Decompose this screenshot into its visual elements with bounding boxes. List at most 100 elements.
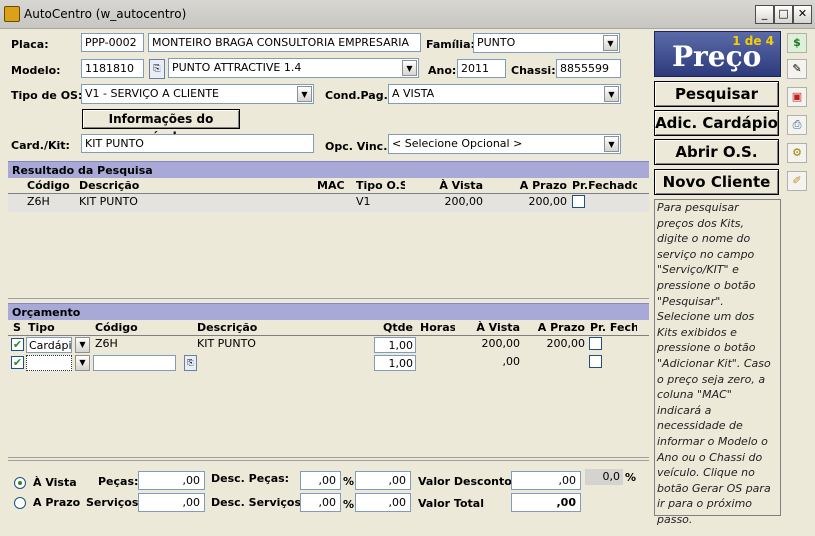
title-bar: AutoCentro (w_autocentro) _ □ ✕ <box>0 0 815 29</box>
valor-total-label: Valor Total <box>418 497 484 510</box>
window-title: AutoCentro (w_autocentro) <box>24 7 187 21</box>
col-header: Código <box>95 321 138 334</box>
orcamento-grid: S Tipo Código Descrição Qtde Horas À Vis… <box>8 320 649 458</box>
pct-sign: % <box>343 498 355 511</box>
maximize-button[interactable]: □ <box>774 5 793 24</box>
modelo-combo[interactable]: PUNTO ATTRACTIVE 1.4 ▼ <box>168 58 419 78</box>
cell-tipo[interactable]: Cardápi <box>26 337 72 353</box>
desc-pecas-label: Desc. Peças: <box>211 472 290 485</box>
adic-cardapio-button[interactable]: Adic. Cardápio <box>654 110 779 136</box>
cell-horas <box>417 336 455 354</box>
col-header: Descrição <box>197 321 258 334</box>
card-kit-input[interactable]: KIT PUNTO <box>81 134 314 153</box>
desc-pecas-pct-input[interactable]: ,00 <box>300 471 341 490</box>
valor-desconto-input[interactable]: ,00 <box>511 471 581 490</box>
dollar-icon[interactable]: $ <box>787 33 807 53</box>
pr-fech-checkbox[interactable] <box>589 337 602 350</box>
cliente-input[interactable]: MONTEIRO BRAGA CONSULTORIA EMPRESARIA <box>148 33 421 52</box>
pecas-label: Peças: <box>98 475 139 488</box>
tipo-os-combo[interactable]: V1 - SERVIÇO A CLIENTE ▼ <box>81 84 314 104</box>
price-title: Preço <box>672 40 762 73</box>
a-prazo-radio[interactable] <box>14 497 26 509</box>
desc-servicos-pct-input[interactable]: ,00 <box>300 493 341 512</box>
ano-input[interactable]: 2011 <box>457 59 506 78</box>
print-icon[interactable]: ⎙ <box>787 115 807 135</box>
table-row[interactable]: Z6H KIT PUNTO V1 200,00 200,00 <box>8 194 649 212</box>
cell-codigo: Z6H <box>27 195 50 208</box>
col-header: A Prazo <box>519 179 567 192</box>
check-icon[interactable]: ✔ <box>11 338 24 351</box>
abrir-os-button[interactable]: Abrir O.S. <box>654 139 779 165</box>
placa-label: Placa: <box>11 38 49 51</box>
resultado-header: Código Descrição MAC Tipo O.S À Vista A … <box>8 178 649 194</box>
pr-fechado-checkbox[interactable] <box>572 195 585 208</box>
col-header: Pr.Fechado <box>572 179 637 192</box>
pecas-input[interactable]: ,00 <box>138 471 205 490</box>
chevron-down-icon[interactable]: ▼ <box>604 136 619 152</box>
pct-sign: % <box>343 475 355 488</box>
pencil-icon[interactable]: ✐ <box>787 171 807 191</box>
gear-icon[interactable]: ⚙ <box>787 143 807 163</box>
servicos-input[interactable]: ,00 <box>138 493 205 512</box>
col-header: Código <box>27 179 70 192</box>
table-row[interactable]: ✔ Cardápi ▼ Z6H KIT PUNTO 1,00 200,00 20… <box>8 336 649 354</box>
chevron-down-icon[interactable]: ▼ <box>604 86 619 102</box>
chevron-down-icon[interactable]: ▼ <box>75 337 90 353</box>
modelo-label: Modelo: <box>11 64 61 77</box>
col-header: S <box>13 321 21 334</box>
table-row[interactable]: ✔ ▼ ⎘ 1,00 ,00 <box>8 354 649 372</box>
resultado-grid: Código Descrição MAC Tipo O.S À Vista A … <box>8 178 649 299</box>
close-button[interactable]: ✕ <box>793 5 812 24</box>
cell-a-vista: ,00 <box>502 355 521 368</box>
tipo-os-label: Tipo de OS: <box>11 89 83 102</box>
orcamento-title: Orçamento <box>8 303 649 320</box>
edit-icon[interactable]: ✎ <box>787 59 807 79</box>
tipo-os-value: V1 - SERVIÇO A CLIENTE <box>85 87 219 100</box>
col-header: Pr. Fech <box>590 321 637 334</box>
col-header: Descrição <box>79 179 140 192</box>
col-header: MAC <box>317 179 345 192</box>
col-header: À Vista <box>476 321 520 334</box>
familia-value: PUNTO <box>477 36 516 49</box>
familia-combo[interactable]: PUNTO ▼ <box>473 33 620 53</box>
app-icon <box>4 6 20 22</box>
desc-pecas-val-input[interactable]: ,00 <box>355 471 411 490</box>
desc-servicos-label: Desc. Serviços: <box>211 496 306 509</box>
novo-cliente-button[interactable]: Novo Cliente <box>654 169 779 195</box>
cell-qtde[interactable]: 1,00 <box>374 337 416 353</box>
modelo-value: PUNTO ATTRACTIVE 1.4 <box>172 61 302 74</box>
cell-horas <box>417 354 455 372</box>
desc-servicos-val-input[interactable]: ,00 <box>355 493 411 512</box>
col-header: Horas <box>420 321 455 334</box>
placa-input[interactable]: PPP-0002 <box>81 33 144 52</box>
chevron-down-icon[interactable]: ▼ <box>75 355 90 371</box>
cell-codigo[interactable] <box>93 355 176 371</box>
familia-label: Família: <box>426 38 475 51</box>
ano-label: Ano: <box>428 64 457 77</box>
check-icon[interactable]: ✔ <box>11 356 24 369</box>
pr-fech-checkbox[interactable] <box>589 355 602 368</box>
a-vista-radio[interactable] <box>14 477 26 489</box>
chassi-label: Chassi: <box>511 64 556 77</box>
opc-vinc-combo[interactable]: < Selecione Opcional > ▼ <box>388 134 621 154</box>
cond-pag-combo[interactable]: A VISTA ▼ <box>388 84 621 104</box>
chevron-down-icon[interactable]: ▼ <box>402 60 417 76</box>
chevron-down-icon[interactable]: ▼ <box>297 86 312 102</box>
minimize-button[interactable]: _ <box>755 5 774 24</box>
cell-tipo[interactable] <box>26 355 72 371</box>
cond-pag-label: Cond.Pag.: <box>325 89 393 102</box>
modelo-code-input[interactable]: 1181810 <box>81 59 144 78</box>
cell-codigo: Z6H <box>95 337 118 350</box>
lookup-icon[interactable]: ⎘ <box>149 59 165 79</box>
cell-a-vista: 200,00 <box>444 195 484 208</box>
chassi-input[interactable]: 8855599 <box>556 59 621 78</box>
info-veiculo-button[interactable]: Informações do veículo <box>82 109 240 144</box>
cell-a-prazo <box>522 354 588 372</box>
cell-qtde[interactable]: 1,00 <box>374 355 416 371</box>
cell-descricao: KIT PUNTO <box>79 195 138 208</box>
price-header: 1 de 4 Preço <box>654 31 781 77</box>
cards-icon[interactable]: ▣ <box>787 87 807 107</box>
chevron-down-icon[interactable]: ▼ <box>603 35 618 51</box>
valor-total-input[interactable]: ,00 <box>511 493 581 512</box>
pesquisar-button[interactable]: Pesquisar <box>654 81 779 107</box>
